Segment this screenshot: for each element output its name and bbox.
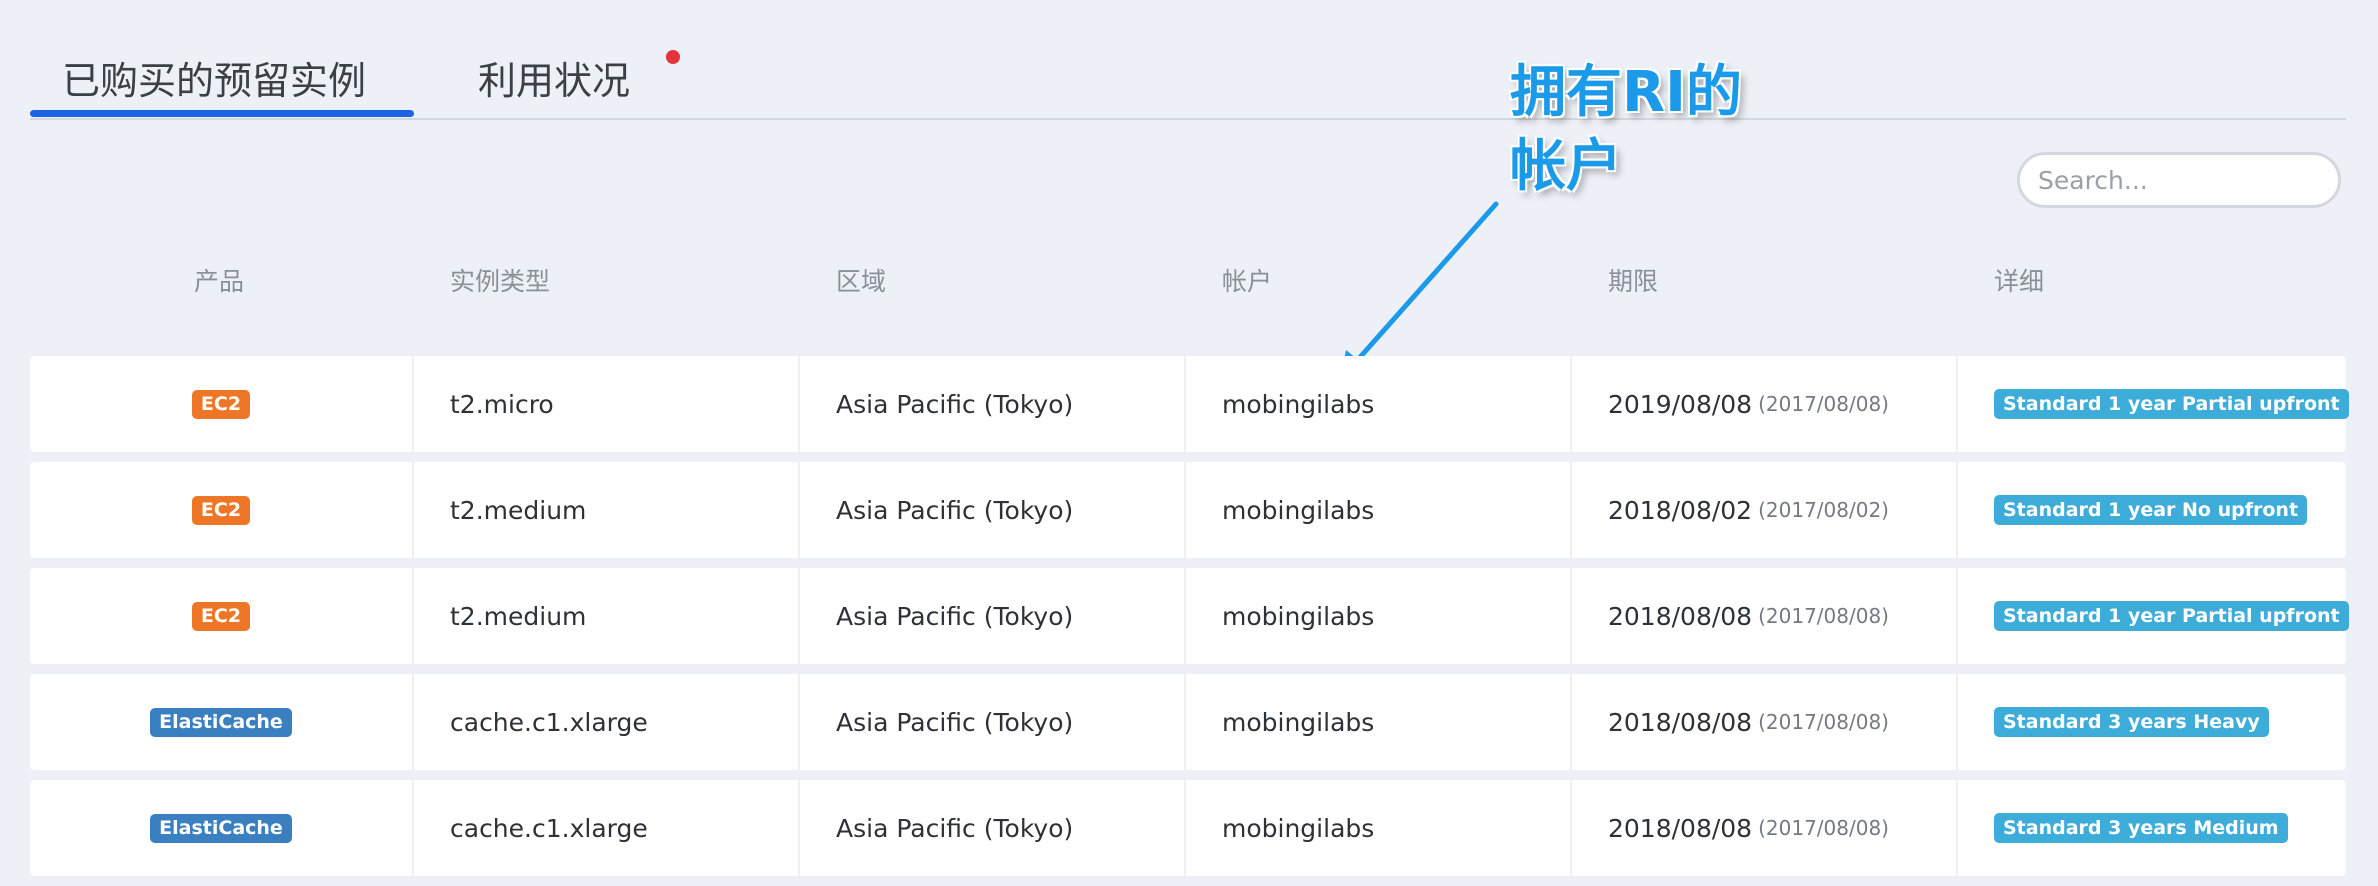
start-date: (2017/08/08) [1758,710,1889,734]
column-divider [412,780,414,876]
term-cell: 2018/08/08 (2017/08/08) [1608,780,1889,876]
product-badge: ElastiCache [150,707,292,737]
column-header-term[interactable]: 期限 [1608,262,1658,298]
detail-badge: Standard 1 year Partial upfront [1994,601,2349,631]
column-divider [412,356,414,452]
column-divider [1570,356,1572,452]
callout-line-1: 拥有RI的 [1510,60,1742,125]
account-cell: mobingilabs [1222,601,1375,631]
detail-badge: Standard 1 year Partial upfront [1994,389,2349,419]
column-divider [1184,568,1186,664]
detail-badge: Standard 1 year No upfront [1994,495,2308,525]
column-header-account[interactable]: 帐户 [1222,262,1272,298]
table-row[interactable]: ElastiCache cache.c1.xlarge Asia Pacific… [30,780,2346,876]
detail-cell: Standard 3 years Medium [1994,780,2288,876]
account-cell: mobingilabs [1222,495,1375,525]
column-divider [798,462,800,558]
region-cell: Asia Pacific (Tokyo) [836,813,1074,843]
column-divider [412,568,414,664]
tab-purchased-reserved-instances[interactable]: 已购买的预留实例 [62,50,366,105]
callout-line-2: 帐户 [1510,134,1622,199]
expiry-date: 2019/08/08 [1608,389,1753,419]
product-cell: EC2 [30,568,412,664]
tab-bar: 已购买的预留实例 利用状况 [30,40,2346,120]
callout-annotation: 拥有RI的 帐户 [1510,56,1742,204]
product-badge: ElastiCache [150,813,292,843]
term-cell: 2018/08/08 (2017/08/08) [1608,674,1889,770]
detail-badge: Standard 3 years Medium [1994,813,2288,843]
column-header-region[interactable]: 区域 [836,262,886,298]
product-badge: EC2 [191,495,251,525]
column-divider [412,462,414,558]
table-header: 产品 实例类型 区域 帐户 期限 详细 [30,262,2346,302]
column-divider [798,780,800,876]
detail-badge: Standard 3 years Heavy [1994,707,2269,737]
column-divider [412,674,414,770]
table-row[interactable]: EC2 t2.medium Asia Pacific (Tokyo) mobin… [30,568,2349,664]
column-divider [1956,462,1958,558]
product-badge: EC2 [191,601,251,631]
column-divider [1570,780,1572,876]
column-divider [1184,356,1186,452]
expiry-date: 2018/08/02 [1608,495,1753,525]
term-cell: 2018/08/02 (2017/08/02) [1608,462,1889,558]
column-header-product[interactable]: 产品 [194,262,244,298]
term-cell: 2018/08/08 (2017/08/08) [1608,568,1889,664]
table-row[interactable]: EC2 t2.medium Asia Pacific (Tokyo) mobin… [30,462,2346,558]
start-date: (2017/08/08) [1758,816,1889,840]
region-cell: Asia Pacific (Tokyo) [836,495,1074,525]
expiry-date: 2018/08/08 [1608,707,1753,737]
instance-type-cell: cache.c1.xlarge [450,813,648,843]
column-divider [798,568,800,664]
region-cell: Asia Pacific (Tokyo) [836,707,1074,737]
account-cell: mobingilabs [1222,389,1375,419]
tab-utilization[interactable]: 利用状况 [478,50,630,105]
table-row[interactable]: EC2 t2.micro Asia Pacific (Tokyo) mobing… [30,356,2349,452]
start-date: (2017/08/08) [1758,604,1889,628]
reserved-instances-table: EC2 t2.micro Asia Pacific (Tokyo) mobing… [30,356,2349,886]
product-cell: ElastiCache [30,780,412,876]
table-row[interactable]: ElastiCache cache.c1.xlarge Asia Pacific… [30,674,2346,770]
column-divider [1956,568,1958,664]
product-cell: EC2 [30,462,412,558]
instance-type-cell: t2.medium [450,495,587,525]
expiry-date: 2018/08/08 [1608,813,1753,843]
region-cell: Asia Pacific (Tokyo) [836,389,1074,419]
column-divider [1570,674,1572,770]
detail-cell: Standard 1 year Partial upfront [1994,568,2349,664]
notification-dot [666,50,680,64]
column-divider [1956,780,1958,876]
account-cell: mobingilabs [1222,813,1375,843]
product-cell: ElastiCache [30,674,412,770]
column-divider [1570,568,1572,664]
instance-type-cell: t2.medium [450,601,587,631]
column-divider [1956,674,1958,770]
detail-cell: Standard 1 year No upfront [1994,462,2308,558]
detail-cell: Standard 1 year Partial upfront [1994,356,2349,452]
column-divider [1570,462,1572,558]
column-divider [1184,462,1186,558]
detail-cell: Standard 3 years Heavy [1994,674,2269,770]
product-cell: EC2 [30,356,412,452]
search-input[interactable] [2017,152,2341,208]
start-date: (2017/08/08) [1758,392,1889,416]
column-divider [798,674,800,770]
expiry-date: 2018/08/08 [1608,601,1753,631]
instance-type-cell: cache.c1.xlarge [450,707,648,737]
column-divider [798,356,800,452]
column-divider [1184,780,1186,876]
column-divider [1184,674,1186,770]
column-header-detail[interactable]: 详细 [1994,262,2044,298]
column-divider [1956,356,1958,452]
column-header-instance-type[interactable]: 实例类型 [450,262,550,298]
active-tab-indicator [30,110,414,117]
term-cell: 2019/08/08 (2017/08/08) [1608,356,1889,452]
instance-type-cell: t2.micro [450,389,554,419]
region-cell: Asia Pacific (Tokyo) [836,601,1074,631]
product-badge: EC2 [191,389,251,419]
start-date: (2017/08/02) [1758,498,1889,522]
account-cell: mobingilabs [1222,707,1375,737]
